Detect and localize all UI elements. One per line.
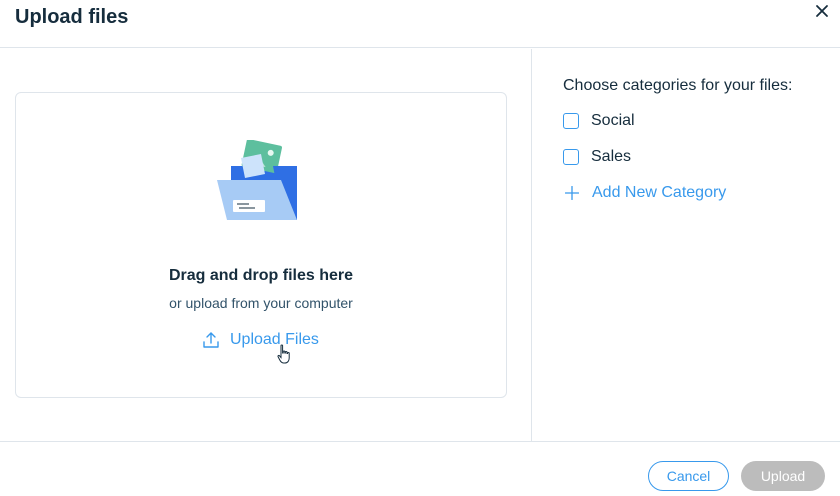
category-social[interactable]: Social: [563, 112, 635, 130]
upload-files-link[interactable]: Upload Files: [202, 329, 319, 351]
hand-pointer-icon: [277, 344, 290, 364]
close-button[interactable]: [812, 1, 832, 21]
upload-files-label: Upload Files: [230, 331, 319, 348]
dialog-title: Upload files: [15, 6, 129, 28]
category-label: Social: [591, 112, 635, 129]
category-checkbox[interactable]: [563, 149, 579, 165]
upload-button[interactable]: Upload: [741, 461, 825, 491]
upload-pane: Drag and drop files here or upload from …: [0, 49, 531, 441]
add-new-category-button[interactable]: Add New Category: [565, 184, 726, 202]
drop-zone[interactable]: Drag and drop files here or upload from …: [15, 92, 507, 398]
category-label: Sales: [591, 148, 632, 165]
drop-zone-subtitle: or upload from your computer: [169, 295, 353, 311]
cancel-button[interactable]: Cancel: [648, 461, 729, 491]
close-icon: [816, 5, 828, 17]
category-sales[interactable]: Sales: [563, 148, 631, 166]
dialog-footer: Cancel Upload: [0, 441, 840, 496]
categories-pane: Choose categories for your files: Social…: [531, 49, 840, 441]
dialog-header: Upload files: [0, 0, 840, 48]
categories-heading: Choose categories for your files:: [563, 77, 793, 94]
folder-with-image-illustration: [217, 140, 297, 220]
add-new-category-label: Add New Category: [592, 184, 727, 201]
plus-icon: [565, 186, 579, 200]
upload-icon: [203, 332, 219, 348]
drop-zone-title: Drag and drop files here: [168, 267, 354, 284]
category-checkbox[interactable]: [563, 113, 579, 129]
